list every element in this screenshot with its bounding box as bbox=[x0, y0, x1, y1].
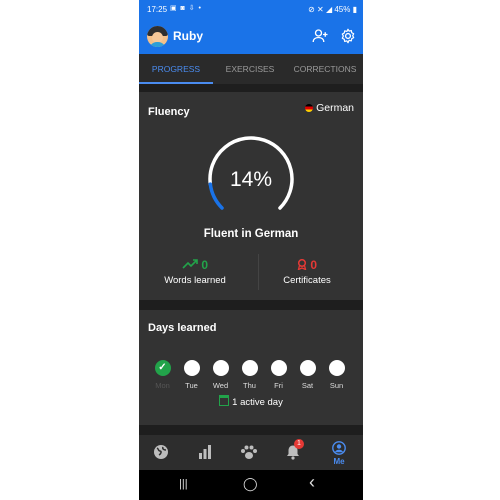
avatar-shirt bbox=[149, 42, 166, 47]
day-thu: Thu bbox=[235, 360, 264, 390]
day-label: Mon bbox=[155, 381, 170, 390]
profile-icon bbox=[332, 441, 346, 455]
words-learned-value: 0 bbox=[201, 258, 209, 272]
language-label: German bbox=[316, 102, 354, 114]
status-time: 17:25 bbox=[147, 5, 168, 14]
bottom-nav: 1 Me bbox=[139, 435, 363, 470]
days-row: ✓ Mon Tue Wed Thu Fri Sat Sun bbox=[148, 360, 358, 400]
active-days: 1 active day bbox=[139, 395, 363, 408]
check-icon: ✓ bbox=[154, 360, 171, 376]
back-button[interactable]: ‹ bbox=[309, 472, 315, 493]
tab-bar: PROGRESS EXERCISES CORRECTIONS bbox=[139, 54, 363, 84]
me-label: Me bbox=[333, 457, 345, 466]
day-fri: Fri bbox=[264, 360, 293, 390]
days-learned-title: Days learned bbox=[148, 322, 217, 334]
words-learned-label: Words learned bbox=[164, 275, 226, 286]
status-bar: 17:25 ▣ ◙ ⇩ • ⊘ ✕ ◢ 45% ▮ bbox=[139, 0, 363, 20]
fluency-card: Fluency German 14% Fluent in German 0 Wo… bbox=[139, 92, 363, 300]
german-flag-icon bbox=[305, 104, 314, 112]
day-wed: Wed bbox=[206, 360, 235, 390]
settings-gear-icon[interactable] bbox=[339, 27, 357, 45]
nav-friends[interactable] bbox=[227, 435, 271, 470]
nav-me[interactable]: Me bbox=[315, 435, 363, 470]
certificates-label: Certificates bbox=[283, 275, 331, 286]
day-label: Tue bbox=[185, 381, 198, 390]
home-button[interactable]: ◯ bbox=[243, 476, 258, 492]
fluency-subtitle: Fluent in German bbox=[203, 228, 299, 240]
day-label: Sat bbox=[301, 381, 314, 390]
certificates-stat[interactable]: 0 Certificates bbox=[251, 258, 363, 286]
status-right-icons: ⊘ ✕ ◢ 45% ▮ bbox=[308, 5, 357, 14]
fluency-title: Fluency bbox=[148, 106, 190, 118]
nav-community[interactable] bbox=[139, 435, 183, 470]
day-dot bbox=[212, 360, 229, 376]
status-left-icons: ▣ ◙ ⇩ • bbox=[170, 5, 202, 12]
app-bar: Ruby bbox=[139, 20, 363, 54]
notification-badge: 1 bbox=[294, 439, 304, 449]
avatar[interactable] bbox=[147, 26, 168, 47]
day-mon: ✓ Mon bbox=[148, 360, 177, 390]
calendar-icon bbox=[219, 395, 230, 406]
day-dot bbox=[299, 360, 316, 376]
language-selector[interactable]: German bbox=[305, 102, 354, 114]
paw-icon bbox=[241, 445, 257, 459]
nav-notifications[interactable]: 1 bbox=[271, 435, 315, 470]
user-name: Ruby bbox=[173, 29, 203, 43]
day-sun: Sun bbox=[322, 360, 351, 390]
days-learned-card: Days learned ✓ Mon Tue Wed Thu Fri Sat S… bbox=[139, 310, 363, 425]
trending-up-icon bbox=[182, 259, 198, 269]
phone-screen: 17:25 ▣ ◙ ⇩ • ⊘ ✕ ◢ 45% ▮ Ruby PROGRESS … bbox=[139, 0, 363, 500]
day-dot bbox=[241, 360, 258, 376]
active-days-label: 1 active day bbox=[232, 397, 283, 408]
bar-chart-icon bbox=[199, 445, 211, 459]
day-label: Wed bbox=[212, 381, 229, 390]
day-dot bbox=[328, 360, 345, 376]
add-user-icon[interactable] bbox=[311, 27, 329, 45]
tab-corrections[interactable]: CORRECTIONS bbox=[287, 54, 363, 84]
certificates-value: 0 bbox=[310, 258, 318, 272]
day-dot bbox=[183, 360, 200, 376]
day-tue: Tue bbox=[177, 360, 206, 390]
active-tab-indicator bbox=[139, 82, 213, 84]
fluency-percent: 14% bbox=[229, 168, 273, 191]
tab-exercises[interactable]: EXERCISES bbox=[213, 54, 287, 84]
day-sat: Sat bbox=[293, 360, 322, 390]
certificate-icon bbox=[297, 258, 307, 271]
tab-progress[interactable]: PROGRESS bbox=[139, 54, 213, 84]
nav-progress[interactable] bbox=[183, 435, 227, 470]
words-learned-stat[interactable]: 0 Words learned bbox=[139, 258, 251, 286]
day-label: Sun bbox=[329, 381, 344, 390]
day-label: Fri bbox=[274, 381, 283, 390]
day-dot bbox=[270, 360, 287, 376]
recents-button[interactable]: ||| bbox=[179, 478, 188, 490]
day-label: Thu bbox=[243, 381, 256, 390]
globe-icon bbox=[154, 445, 168, 459]
system-nav-bar: ||| ◯ ‹ bbox=[139, 470, 363, 500]
